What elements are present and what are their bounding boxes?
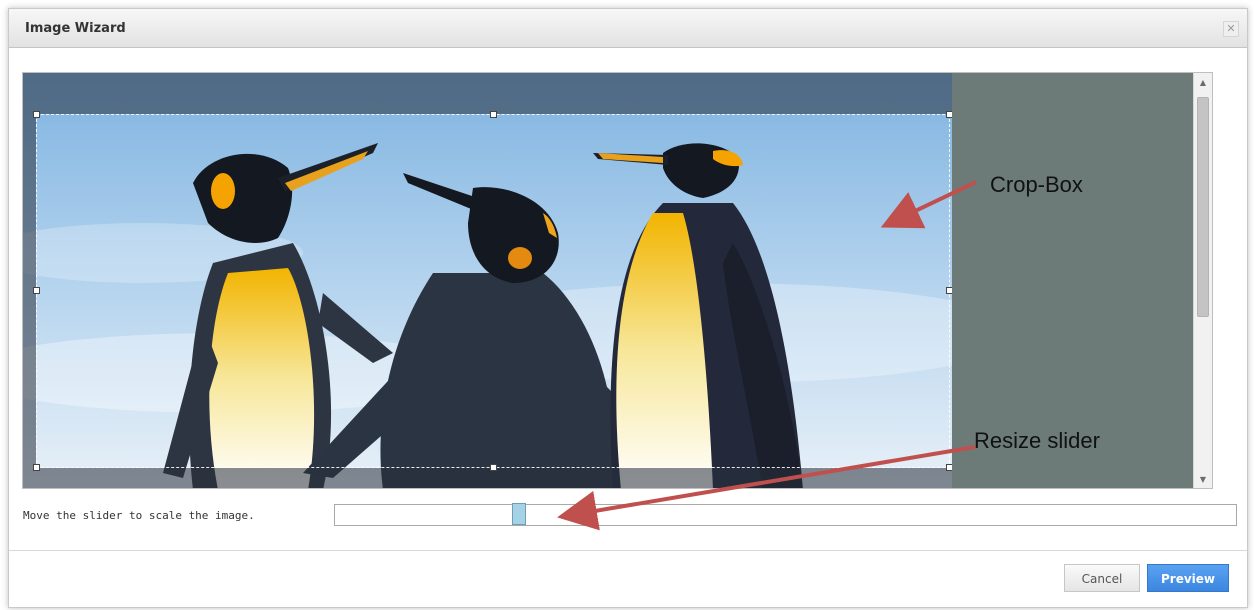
crop-handle-top-right[interactable] (946, 111, 952, 118)
image-wizard-dialog: Image Wizard ✕ ▲ ▼ Crop-Box Resize slide… (8, 8, 1248, 608)
slider-instruction: Move the slider to scale the image. (23, 509, 255, 522)
crop-mask-top (23, 73, 952, 114)
crop-handle-top-left[interactable] (33, 111, 40, 118)
crop-handle-bottom-center[interactable] (490, 464, 497, 471)
image-viewport: ▲ ▼ (22, 72, 1213, 489)
crop-box-annotation: Crop-Box (990, 172, 1083, 197)
crop-handle-top-center[interactable] (490, 111, 497, 118)
crop-handle-middle-left[interactable] (33, 287, 40, 294)
close-icon[interactable]: ✕ (1223, 21, 1239, 37)
penguin-image (23, 73, 952, 488)
resize-slider[interactable] (334, 503, 1237, 526)
resize-slider-annotation: Resize slider (974, 428, 1100, 453)
scrollbar-thumb[interactable] (1197, 97, 1209, 317)
crop-handle-bottom-left[interactable] (33, 464, 40, 471)
footer-divider (9, 550, 1247, 551)
dialog-title: Image Wizard (25, 21, 126, 36)
crop-mask-bottom (23, 468, 952, 488)
crop-box[interactable] (33, 111, 952, 471)
cancel-button[interactable]: Cancel (1064, 564, 1140, 592)
chevron-up-icon[interactable]: ▲ (1194, 75, 1212, 91)
vertical-scrollbar[interactable]: ▲ ▼ (1193, 73, 1212, 488)
dialog-titlebar[interactable]: Image Wizard ✕ (9, 9, 1247, 48)
chevron-down-icon[interactable]: ▼ (1194, 472, 1212, 488)
crop-handle-middle-right[interactable] (946, 287, 952, 294)
preview-button[interactable]: Preview (1147, 564, 1229, 592)
resize-slider-thumb[interactable] (512, 503, 526, 525)
crop-handle-bottom-right[interactable] (946, 464, 952, 471)
